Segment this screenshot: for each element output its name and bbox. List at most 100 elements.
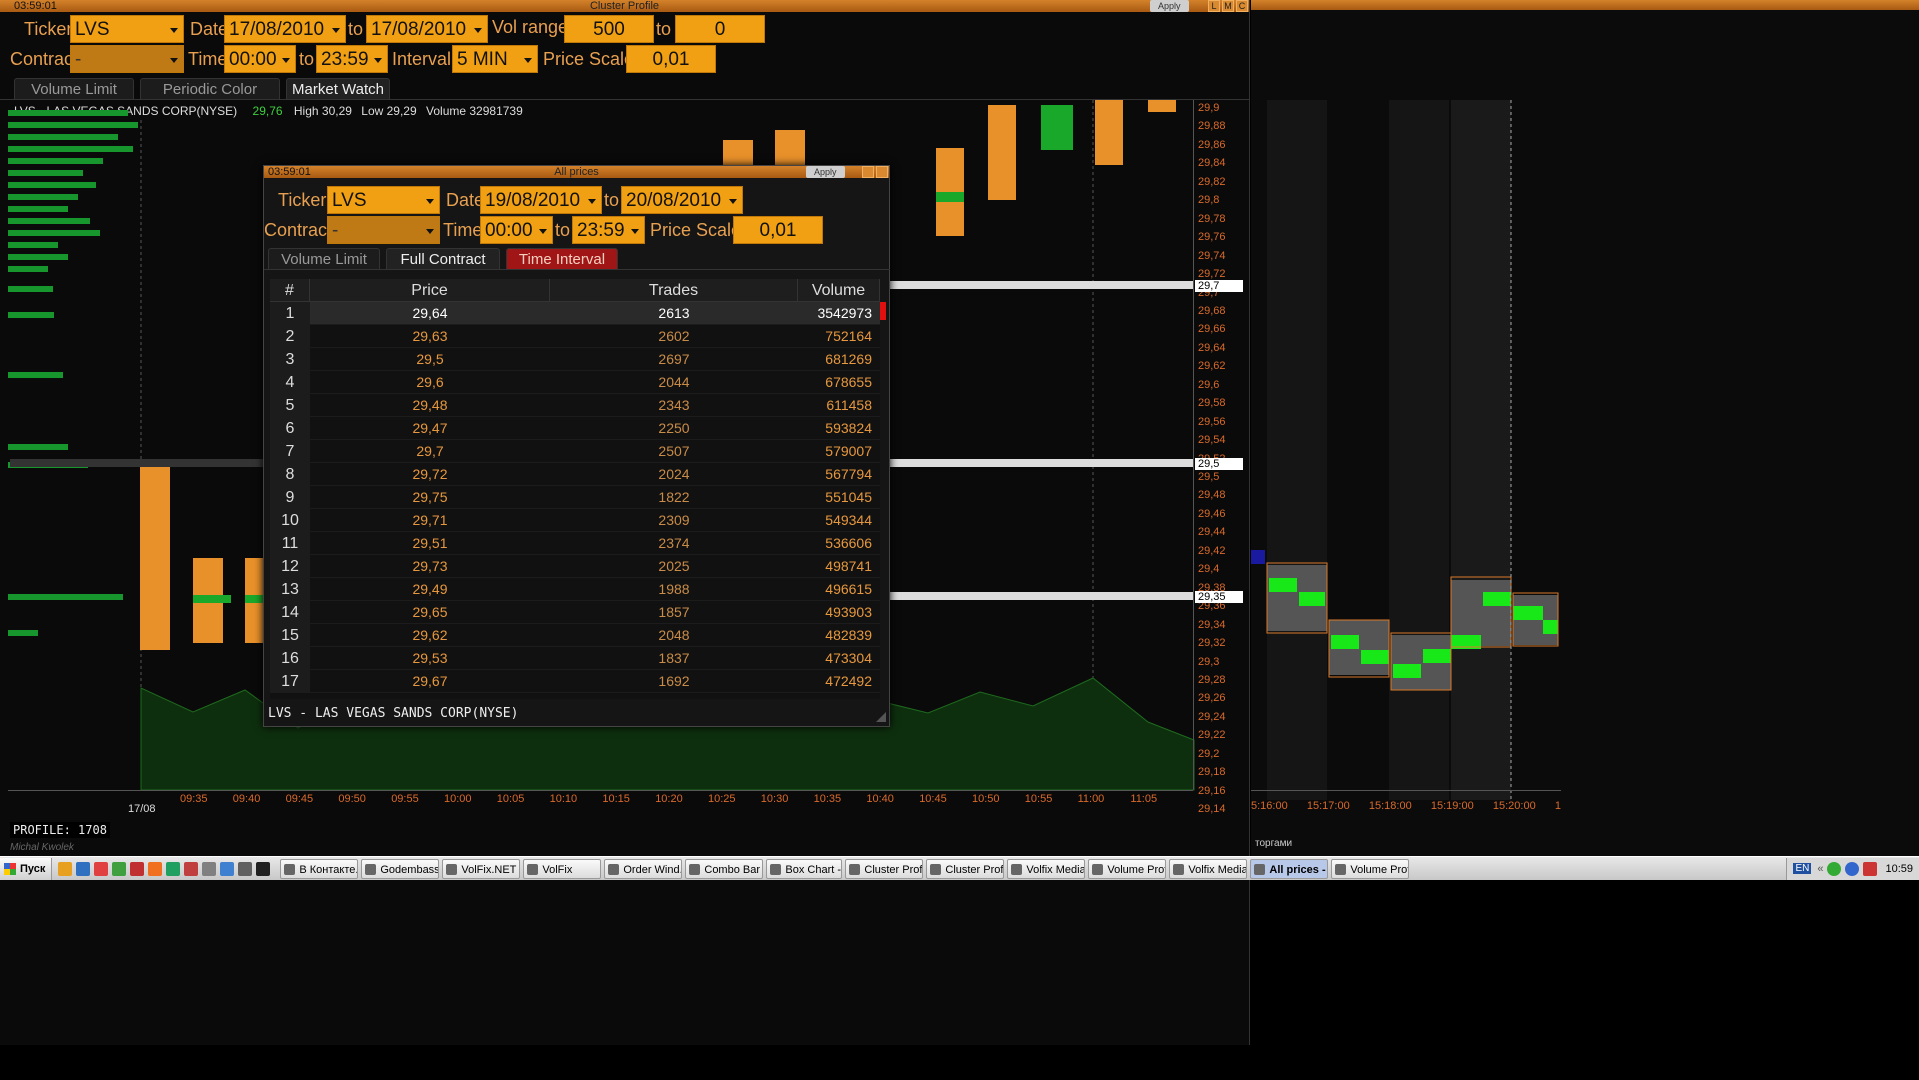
tray-expand-icon[interactable]: « bbox=[1817, 863, 1823, 875]
taskbar-item[interactable]: Volfix Media... bbox=[1007, 858, 1086, 879]
quick-launch-icon[interactable] bbox=[112, 861, 127, 876]
tray-icon[interactable] bbox=[1827, 861, 1842, 876]
taskbar-item[interactable]: В Контакте... bbox=[280, 858, 359, 879]
quick-launch-icon[interactable] bbox=[94, 861, 109, 876]
quick-launch-icon[interactable] bbox=[202, 861, 217, 876]
time-to-field[interactable]: 23:59 bbox=[572, 216, 645, 244]
language-indicator[interactable]: EN bbox=[1793, 863, 1812, 874]
table-row[interactable]: 8 29,72 2024 567794 bbox=[270, 463, 880, 486]
col-header-volume[interactable]: Volume bbox=[798, 279, 880, 301]
start-button[interactable]: Пуск bbox=[0, 857, 53, 880]
apply-button[interactable]: Apply bbox=[1150, 0, 1189, 12]
table-row[interactable]: 12 29,73 2025 498741 bbox=[270, 555, 880, 578]
vol-to-label: to bbox=[656, 19, 672, 39]
quick-launch-icon[interactable] bbox=[220, 861, 235, 876]
taskbar-item[interactable]: VolFix.NET bbox=[442, 858, 521, 879]
table-row[interactable]: 5 29,48 2343 611458 bbox=[270, 394, 880, 417]
quick-launch-icon[interactable] bbox=[256, 861, 271, 876]
date-from-field[interactable]: 19/08/2010 bbox=[480, 186, 602, 214]
taskbar-item[interactable]: Volfix Media... bbox=[1169, 858, 1248, 879]
table-row[interactable]: 9 29,75 1822 551045 bbox=[270, 486, 880, 509]
taskbar-item[interactable]: Volume Prof... bbox=[1088, 858, 1167, 879]
time-from-field[interactable]: 00:00 bbox=[224, 45, 296, 73]
quick-launch-icon[interactable] bbox=[166, 861, 181, 876]
table-row[interactable]: 10 29,71 2309 549344 bbox=[270, 509, 880, 532]
quick-launch-icon[interactable] bbox=[184, 861, 199, 876]
row-price: 29,6 bbox=[416, 374, 444, 390]
price-scale-field[interactable]: 0,01 bbox=[626, 45, 716, 73]
price-tick: 29,24 bbox=[1198, 710, 1226, 723]
table-row[interactable]: 13 29,49 1988 496615 bbox=[270, 578, 880, 601]
all-prices-titlebar[interactable]: 03:59:01 All prices Apply bbox=[264, 166, 889, 178]
price-scale-field[interactable]: 0,01 bbox=[733, 216, 823, 244]
taskbar-item[interactable]: Volume Prof... bbox=[1331, 858, 1410, 879]
contract-select[interactable]: - bbox=[70, 45, 184, 73]
table-row[interactable]: 7 29,7 2507 579007 bbox=[270, 440, 880, 463]
row-volume: 536606 bbox=[825, 535, 872, 551]
col-header-price[interactable]: Price bbox=[310, 279, 550, 301]
tab-market-watch[interactable]: Market Watch bbox=[286, 78, 390, 100]
time-from-field[interactable]: 00:00 bbox=[480, 216, 553, 244]
table-row[interactable]: 16 29,53 1837 473304 bbox=[270, 647, 880, 670]
ticker-select[interactable]: LVS bbox=[70, 15, 184, 43]
col-header-trades[interactable]: Trades bbox=[550, 279, 798, 301]
quick-launch-icon[interactable] bbox=[238, 861, 253, 876]
table-row[interactable]: 14 29,65 1857 493903 bbox=[270, 601, 880, 624]
win-button-c[interactable]: C bbox=[1236, 0, 1248, 12]
taskbar-item[interactable]: VolFix bbox=[523, 858, 602, 879]
table-row[interactable]: 2 29,63 2602 752164 bbox=[270, 325, 880, 348]
tray-icon[interactable] bbox=[1845, 861, 1860, 876]
win-button-l[interactable] bbox=[862, 166, 874, 178]
taskbar-item[interactable]: Godembass... bbox=[361, 858, 440, 879]
tab-periodic-color[interactable]: Periodic Color bbox=[140, 78, 280, 100]
quick-launch-icon[interactable] bbox=[58, 861, 73, 876]
contract-select[interactable]: - bbox=[327, 216, 440, 244]
win-button-c[interactable] bbox=[876, 166, 888, 178]
scroll-indicator[interactable] bbox=[880, 302, 886, 320]
time-tick: 09:45 bbox=[285, 793, 314, 805]
price-scale-label: Price Scale bbox=[543, 49, 635, 69]
time-tick: 09:50 bbox=[338, 793, 366, 805]
vol-from-field[interactable]: 500 bbox=[564, 15, 654, 43]
tab-volume-limit[interactable]: Volume Limit bbox=[268, 248, 380, 270]
cluster-profile-titlebar[interactable]: 03:59:01 Cluster Profile Apply L M C bbox=[0, 0, 1249, 12]
table-row[interactable]: 17 29,67 1692 472492 bbox=[270, 670, 880, 693]
date-to-field[interactable]: 17/08/2010 bbox=[366, 15, 488, 43]
tray-icon[interactable] bbox=[1863, 861, 1878, 876]
apply-button[interactable]: Apply bbox=[806, 166, 845, 178]
time-tick: 11:00 bbox=[1077, 793, 1105, 805]
taskbar-item[interactable]: Combo Bar ... bbox=[685, 858, 764, 879]
col-header-index[interactable]: # bbox=[270, 279, 310, 301]
vol-to-field[interactable]: 0 bbox=[675, 15, 765, 43]
right-time-axis-line bbox=[1251, 790, 1561, 791]
table-row[interactable]: 1 29,64 2613 3542973 bbox=[270, 302, 880, 325]
taskbar-item[interactable]: Cluster Prof... bbox=[845, 858, 924, 879]
prices-grid[interactable]: # Price Trades Volume 1 29,64 2613 3542973 2… bbox=[270, 279, 880, 699]
table-row[interactable]: 3 29,5 2697 681269 bbox=[270, 348, 880, 371]
table-row[interactable]: 4 29,6 2044 678655 bbox=[270, 371, 880, 394]
interval-select[interactable]: 5 MIN bbox=[452, 45, 538, 73]
table-row[interactable]: 6 29,47 2250 593824 bbox=[270, 417, 880, 440]
table-row[interactable]: 15 29,62 2048 482839 bbox=[270, 624, 880, 647]
table-row[interactable]: 11 29,51 2374 536606 bbox=[270, 532, 880, 555]
date-to-field[interactable]: 20/08/2010 bbox=[621, 186, 743, 214]
taskbar-item[interactable]: Order Wind... bbox=[604, 858, 683, 879]
time-tick: 11:05 bbox=[1130, 793, 1158, 805]
price-tick: 29,32 bbox=[1198, 637, 1226, 650]
tab-volume-limit[interactable]: Volume Limit bbox=[14, 78, 134, 100]
quick-launch-icon[interactable] bbox=[76, 861, 91, 876]
ticker-select[interactable]: LVS bbox=[327, 186, 440, 214]
taskbar-item[interactable]: All prices - ... bbox=[1250, 858, 1329, 879]
time-to-field[interactable]: 23:59 bbox=[316, 45, 388, 73]
quick-launch-icon[interactable] bbox=[130, 861, 145, 876]
resize-grip-icon[interactable] bbox=[876, 712, 886, 722]
taskbar-item[interactable]: Cluster Prof... bbox=[926, 858, 1005, 879]
tab-time-interval[interactable]: Time Interval bbox=[506, 248, 618, 270]
clock[interactable]: 10:59 bbox=[1885, 863, 1913, 875]
win-button-l[interactable]: L bbox=[1208, 0, 1220, 12]
quick-launch-icon[interactable] bbox=[148, 861, 163, 876]
tab-full-contract[interactable]: Full Contract bbox=[386, 248, 500, 270]
taskbar-item[interactable]: Box Chart - ... bbox=[766, 858, 843, 879]
win-button-m[interactable]: M bbox=[1222, 0, 1234, 12]
date-from-field[interactable]: 17/08/2010 bbox=[224, 15, 346, 43]
